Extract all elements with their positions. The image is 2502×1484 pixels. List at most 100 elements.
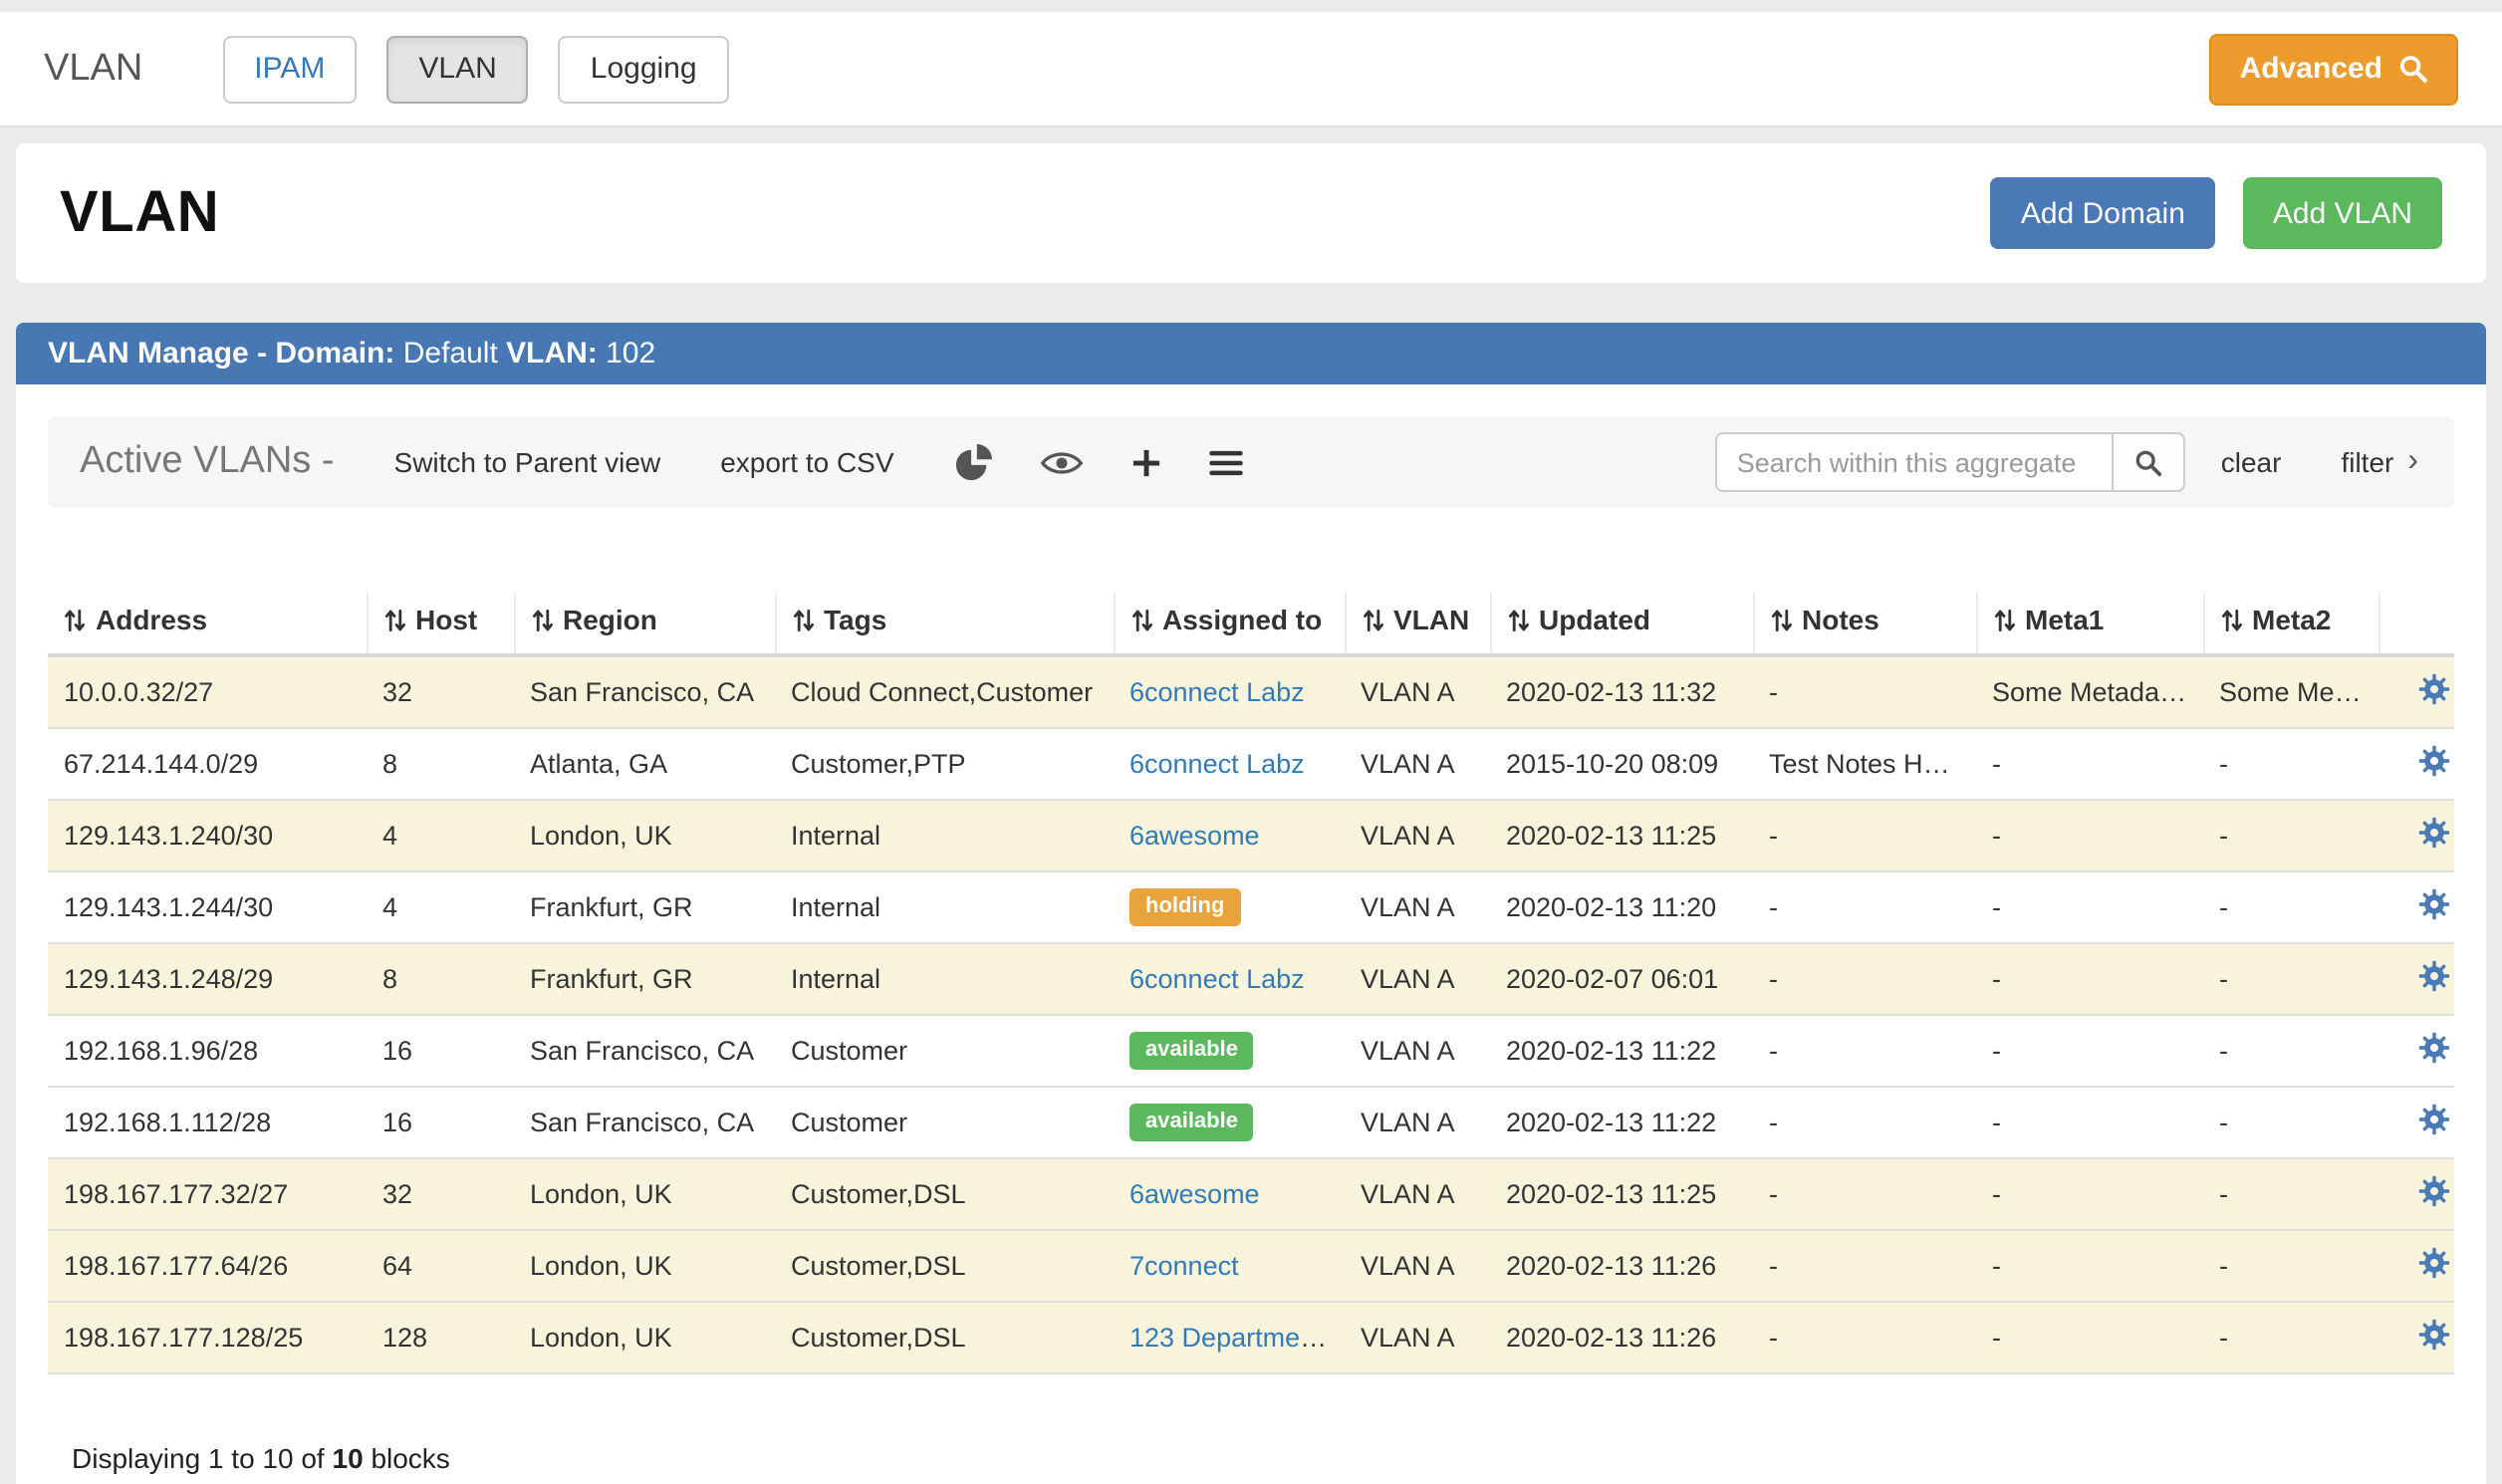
cell-updated: 2020-02-13 11:22 — [1490, 1015, 1753, 1087]
cell-tags: Customer,DSL — [775, 1302, 1114, 1373]
cell-region: Frankfurt, GR — [514, 871, 775, 943]
column-header[interactable]: Region — [514, 592, 775, 655]
sort-icon — [1130, 608, 1152, 633]
cell-actions — [2378, 800, 2454, 871]
assigned-link[interactable]: 6connect Labz — [1129, 749, 1305, 779]
cell-vlan: VLAN A — [1345, 1015, 1490, 1087]
cell-tags: Customer,DSL — [775, 1230, 1114, 1302]
cell-tags: Customer — [775, 1087, 1114, 1158]
cell-assigned: 7connect — [1114, 1230, 1345, 1302]
cell-notes: - — [1753, 1015, 1976, 1087]
column-header[interactable]: Notes — [1753, 592, 1976, 655]
cell-region: London, UK — [514, 800, 775, 871]
cell-address: 192.168.1.112/28 — [48, 1087, 367, 1158]
aggregate-search-input[interactable] — [1715, 432, 2114, 492]
menu-icon[interactable] — [1209, 449, 1243, 475]
column-header[interactable]: Address — [48, 592, 367, 655]
cell-notes: - — [1753, 1087, 1976, 1158]
cell-actions — [2378, 1015, 2454, 1087]
column-header[interactable]: Meta2 — [2203, 592, 2378, 655]
cell-notes: - — [1753, 1230, 1976, 1302]
clear-link[interactable]: clear — [2221, 446, 2282, 478]
pagination-summary: Displaying 1 to 10 of 10 blocks — [48, 1442, 2454, 1474]
cell-meta2: - — [2203, 1015, 2378, 1087]
cell-updated: 2020-02-13 11:25 — [1490, 1158, 1753, 1230]
cell-region: London, UK — [514, 1230, 775, 1302]
assigned-link[interactable]: 6awesome — [1129, 1179, 1260, 1209]
gear-icon[interactable] — [2418, 1032, 2450, 1070]
assigned-link[interactable]: 6awesome — [1129, 821, 1260, 851]
switch-parent-view-link[interactable]: Switch to Parent view — [394, 446, 661, 478]
column-header[interactable]: Host — [367, 592, 514, 655]
sort-icon — [2220, 608, 2242, 633]
export-csv-link[interactable]: export to CSV — [720, 446, 893, 478]
column-header[interactable]: Updated — [1490, 592, 1753, 655]
assigned-link[interactable]: 6connect Labz — [1129, 677, 1305, 707]
gear-icon[interactable] — [2418, 1319, 2450, 1357]
cell-updated: 2020-02-13 11:22 — [1490, 1087, 1753, 1158]
assigned-link[interactable]: 123 Department... — [1129, 1323, 1345, 1353]
pie-chart-icon[interactable] — [954, 443, 992, 481]
search-button[interactable] — [2114, 432, 2185, 492]
tab-ipam[interactable]: IPAM — [222, 35, 357, 103]
gear-icon[interactable] — [2418, 1104, 2450, 1141]
plus-icon[interactable] — [1131, 447, 1161, 477]
cell-updated: 2015-10-20 08:09 — [1490, 728, 1753, 800]
filter-link[interactable]: filter › — [2341, 446, 2418, 478]
gear-icon[interactable] — [2418, 1175, 2450, 1213]
top-nav: VLAN IPAM VLAN Logging Advanced — [0, 12, 2502, 127]
gear-icon[interactable] — [2418, 673, 2450, 711]
cell-updated: 2020-02-13 11:32 — [1490, 655, 1753, 728]
column-header[interactable]: VLAN — [1345, 592, 1490, 655]
table-row: 129.143.1.240/30 4 London, UK Internal 6… — [48, 800, 2454, 871]
cell-meta1: - — [1976, 1302, 2203, 1373]
tab-vlan[interactable]: VLAN — [386, 35, 528, 103]
sort-icon — [1362, 608, 1383, 633]
column-header[interactable]: Meta1 — [1976, 592, 2203, 655]
column-header[interactable]: Assigned to — [1114, 592, 1345, 655]
cell-vlan: VLAN A — [1345, 1158, 1490, 1230]
pagination-suffix: blocks — [371, 1442, 449, 1474]
cell-actions — [2378, 1087, 2454, 1158]
gear-icon[interactable] — [2418, 960, 2450, 998]
panel-heading-manage-label: VLAN Manage - Domain: — [48, 337, 394, 371]
cell-region: San Francisco, CA — [514, 655, 775, 728]
table-row: 198.167.177.64/26 64 London, UK Customer… — [48, 1230, 2454, 1302]
gear-icon[interactable] — [2418, 745, 2450, 783]
toolbar: Active VLANs - Switch to Parent view exp… — [48, 416, 2454, 508]
advanced-search-button[interactable]: Advanced — [2210, 33, 2458, 105]
cell-host: 32 — [367, 1158, 514, 1230]
cell-updated: 2020-02-13 11:20 — [1490, 871, 1753, 943]
cell-meta2: Some Met... — [2203, 655, 2378, 728]
assigned-link[interactable]: 6connect Labz — [1129, 964, 1305, 994]
cell-assigned: available — [1114, 1015, 1345, 1087]
cell-host: 4 — [367, 871, 514, 943]
panel-heading: VLAN Manage - Domain: Default VLAN: 102 — [16, 323, 2486, 384]
add-domain-button[interactable]: Add Domain — [1991, 177, 2215, 249]
cell-address: 67.214.144.0/29 — [48, 728, 367, 800]
cell-meta1: - — [1976, 1230, 2203, 1302]
assigned-link[interactable]: 7connect — [1129, 1251, 1239, 1281]
gear-icon[interactable] — [2418, 817, 2450, 855]
cell-region: Atlanta, GA — [514, 728, 775, 800]
table-row: 192.168.1.112/28 16 San Francisco, CA Cu… — [48, 1087, 2454, 1158]
cell-meta2: - — [2203, 943, 2378, 1015]
tab-logging[interactable]: Logging — [559, 35, 729, 103]
cell-assigned: available — [1114, 1087, 1345, 1158]
cell-notes: - — [1753, 943, 1976, 1015]
gear-icon[interactable] — [2418, 888, 2450, 926]
sort-icon — [64, 608, 86, 633]
eye-icon[interactable] — [1040, 447, 1084, 477]
cell-host: 8 — [367, 728, 514, 800]
cell-host: 16 — [367, 1087, 514, 1158]
cell-host: 32 — [367, 655, 514, 728]
cell-meta1: - — [1976, 871, 2203, 943]
cell-notes: - — [1753, 655, 1976, 728]
cell-meta2: - — [2203, 1087, 2378, 1158]
column-header[interactable]: Tags — [775, 592, 1114, 655]
column-header-label: Address — [96, 604, 207, 635]
add-vlan-button[interactable]: Add VLAN — [2243, 177, 2442, 249]
cell-notes: - — [1753, 1302, 1976, 1373]
gear-icon[interactable] — [2418, 1247, 2450, 1285]
cell-vlan: VLAN A — [1345, 943, 1490, 1015]
